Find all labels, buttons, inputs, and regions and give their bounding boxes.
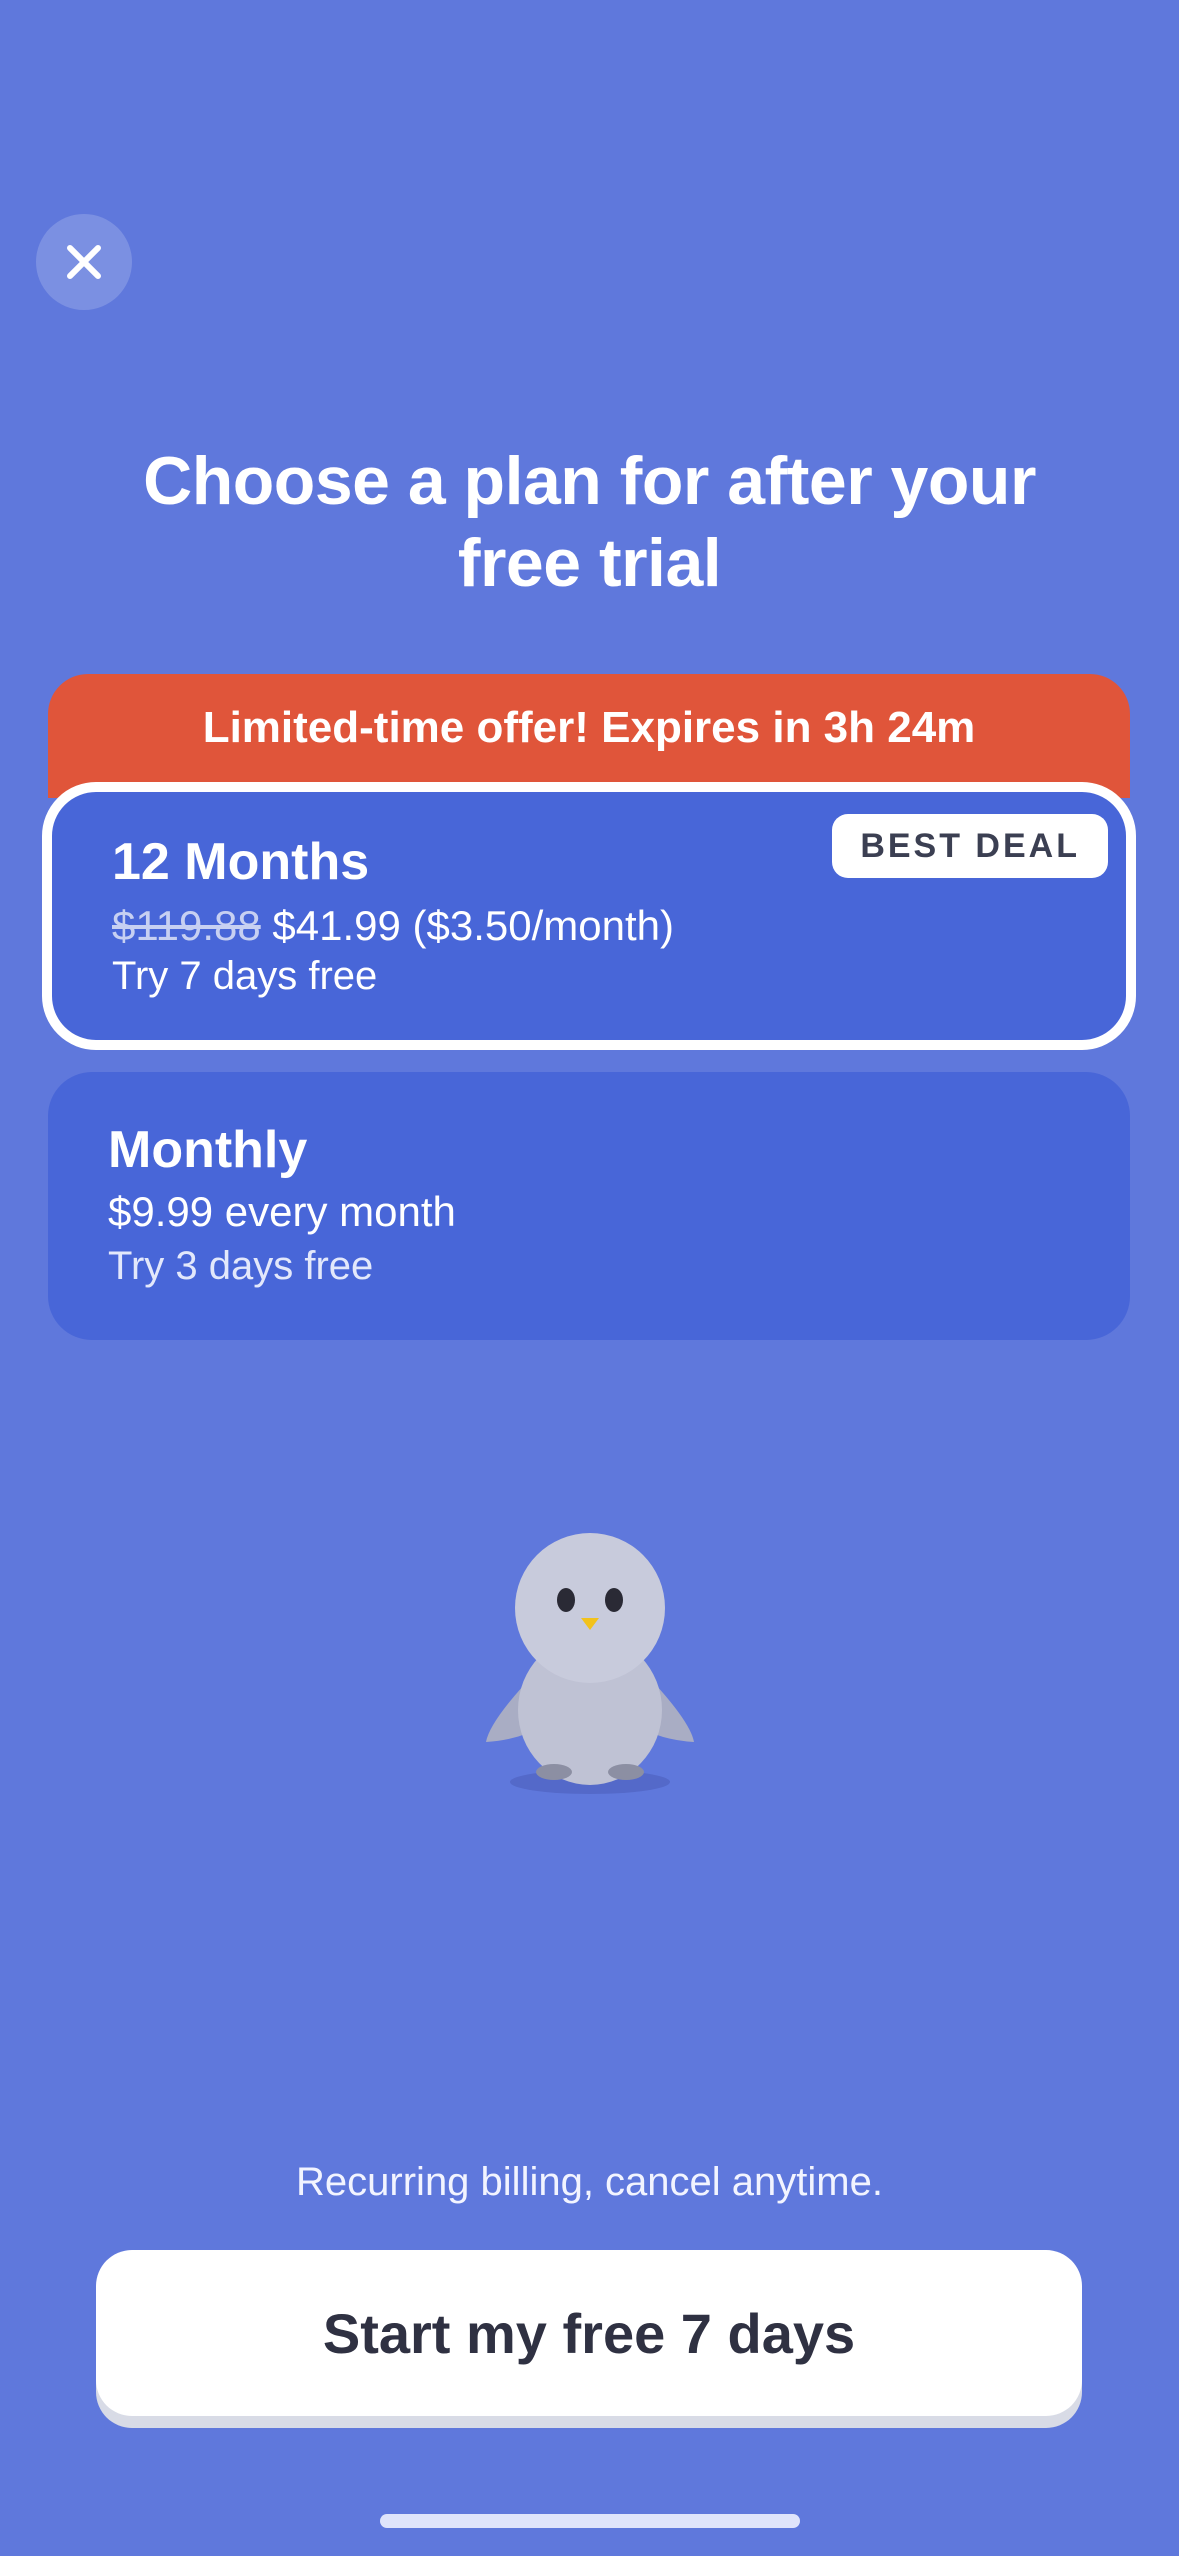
plan-price: $9.99 every month [108, 1188, 456, 1235]
original-price: $119.88 [112, 902, 261, 949]
plan-trial: Try 7 days free [112, 954, 378, 998]
billing-note: Recurring billing, cancel anytime. [296, 2160, 883, 2204]
plan-name: Monthly [108, 1121, 308, 1179]
plan-price-row: $119.88 $41.99 ($3.50/month) [112, 902, 674, 950]
home-indicator [380, 2514, 800, 2528]
title-line-1: Choose a plan for after your [143, 443, 1036, 519]
offer-text: Limited-time offer! Expires in 3h 24m [202, 703, 976, 752]
close-button[interactable] [36, 214, 132, 310]
start-trial-label: Start my free 7 days [322, 2301, 856, 2365]
plan-trial: Try 3 days free [108, 1244, 374, 1288]
close-icon [67, 245, 101, 279]
title-line-2: free trial [457, 525, 722, 601]
plan-price: $41.99 ($3.50/month) [272, 902, 674, 949]
page-title: Choose a plan for after your free trial [60, 440, 1119, 604]
plan-option-12-months[interactable]: 12 Months $119.88 $41.99 ($3.50/month) T… [42, 782, 1136, 1050]
best-deal-badge: BEST DEAL [832, 814, 1108, 878]
limited-offer-banner: Limited-time offer! Expires in 3h 24m [48, 674, 1130, 798]
plan-option-monthly[interactable]: Monthly $9.99 every month Try 3 days fre… [48, 1072, 1130, 1340]
plan-name: 12 Months [112, 833, 370, 891]
start-trial-button[interactable]: Start my free 7 days [96, 2250, 1082, 2416]
penguin-mascot [486, 1533, 694, 1794]
